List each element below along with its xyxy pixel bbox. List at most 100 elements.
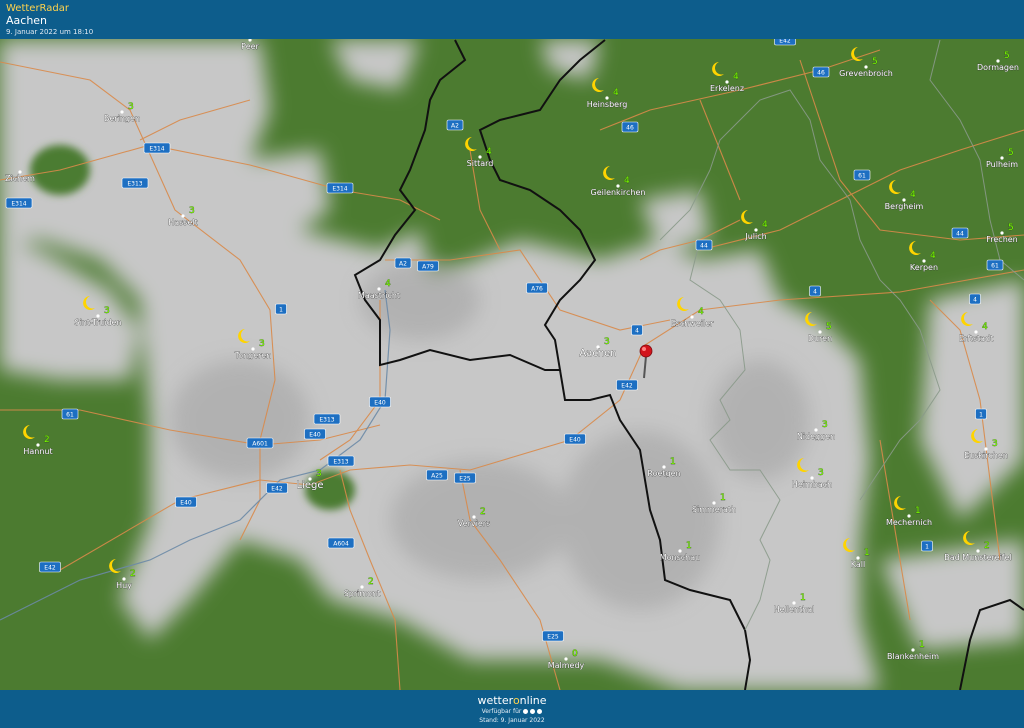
temperature-value: 3 [992, 439, 998, 449]
app-footer: wetteronline Verfügbar für Stand: 9. Jan… [0, 690, 1024, 728]
road-shield-label: E25 [547, 634, 559, 641]
road-shield-label: A2 [451, 123, 459, 130]
temperature-value: 4 [486, 147, 492, 157]
road-shield: A76 [526, 282, 548, 294]
city-name: Sint-Truiden [74, 318, 121, 327]
road-shield-label: 1 [925, 544, 929, 551]
road-shield: E40 [304, 428, 326, 440]
city-name: Sittard [467, 159, 494, 168]
brand-part-end: nline [519, 694, 547, 707]
temperature-value: 1 [686, 541, 692, 551]
road-shield-label: E42 [271, 486, 283, 493]
road-shield-label: A601 [252, 441, 268, 448]
road-shield-label: A604 [333, 541, 349, 548]
city-name: Tongeren [234, 351, 272, 360]
temperature-value: 4 [930, 251, 936, 261]
road-shield-label: 61 [66, 412, 74, 419]
city-name: Heinsberg [587, 100, 628, 109]
validity-line: Verfügbar für [0, 708, 1024, 715]
temperature-value: 1 [720, 493, 726, 503]
temperature-value: 1 [670, 457, 676, 467]
temperature-value: 4 [733, 72, 739, 82]
road-shield-label: A76 [531, 286, 543, 293]
road-shield: A601 [246, 437, 274, 449]
city-name: Pulheim [986, 160, 1018, 169]
city-name: Erftstadt [959, 334, 994, 343]
road-shield: 61 [853, 169, 871, 181]
validity-label: Verfügbar für [481, 708, 522, 715]
road-shield: E42 [616, 379, 638, 391]
road-shield: 61 [986, 259, 1004, 271]
city-name: Malmedy [548, 661, 585, 670]
city-name: Grevenbroich [839, 69, 893, 78]
temperature-value: 4 [698, 307, 704, 317]
road-shield: 44 [695, 239, 713, 251]
temperature-value: 5 [1008, 223, 1014, 233]
temperature-value: 1 [800, 593, 806, 603]
temperature-value: 5 [872, 57, 878, 67]
temperature-value: 2 [368, 577, 374, 587]
road-shield: A25 [426, 469, 448, 481]
city-name: Eschweiler [671, 319, 715, 328]
temperature-value: 3 [604, 337, 610, 347]
stand-date: Stand: 9. Januar 2022 [479, 717, 545, 724]
road-shield: E313 [121, 177, 149, 189]
city-name: Hellenthal [774, 605, 815, 614]
temperature-value: 1 [864, 548, 870, 558]
city-name: Euskirchen [964, 451, 1008, 460]
road-shield-label: E314 [332, 186, 347, 193]
radar-timestamp: 9. Januar 2022 um 18:10 [6, 28, 94, 36]
road-shield-label: E40 [309, 432, 321, 439]
radar-map[interactable]: A2 E314 E313 E314 E314 61 46 46 A2 A79 A76 4 44 4 61 4 1… [0, 39, 1024, 690]
road-shield: 44 [951, 227, 969, 239]
road-shield: A79 [417, 260, 439, 272]
road-shield: 61 [61, 408, 79, 420]
temperature-value: 5 [1008, 148, 1014, 158]
road-shield-label: 1 [979, 412, 983, 419]
city-name: Liege [296, 480, 323, 491]
road-shield: E40 [175, 496, 197, 508]
road-shield-label: A25 [431, 473, 443, 480]
temperature-value: 3 [128, 102, 134, 112]
temperature-value: 3 [189, 206, 195, 216]
road-shield: E25 [454, 472, 476, 484]
road-shield: E25 [542, 630, 564, 642]
temperature-value: 2 [44, 435, 50, 445]
temperature-value: 0 [572, 649, 578, 659]
city-name: Roetgen [647, 469, 680, 478]
city-name: Kerpen [910, 263, 938, 272]
city-name: Verviers [458, 519, 490, 528]
temperature-value: 4 [982, 322, 988, 332]
road-shield: 4 [631, 324, 643, 336]
road-shield: 46 [621, 121, 639, 133]
city-name: Geilenkirchen [591, 188, 646, 197]
city-name: Mechernich [886, 518, 932, 527]
temperature-value: 4 [762, 220, 768, 230]
road-shield-label: E42 [44, 565, 56, 572]
road-shield: E42 [774, 39, 796, 46]
road-shield-label: E313 [127, 181, 142, 188]
city-name: Huy [116, 581, 132, 590]
road-shield-label: E314 [149, 146, 164, 153]
temperature-value: 2 [130, 569, 136, 579]
temperature-value: 2 [984, 541, 990, 551]
temperature-value: 3 [822, 420, 828, 430]
temperature-value: 3 [818, 468, 824, 478]
app-name: WetterRadar [6, 3, 70, 14]
temperature-value: 2 [480, 507, 486, 517]
road-shield-label: 61 [991, 263, 999, 270]
road-shield-label: 46 [626, 125, 634, 132]
temperature-value: 1 [915, 506, 921, 516]
city-name: Monschau [660, 553, 700, 562]
temperature-value: 4 [385, 279, 391, 289]
road-shield-label: E314 [11, 201, 26, 208]
city-name: Sprimont [344, 589, 381, 598]
road-shield-label: A2 [399, 261, 407, 268]
road-shield: E313 [313, 413, 341, 425]
road-shield: A2 [394, 257, 412, 269]
city-name: Maastricht [358, 291, 400, 300]
road-shield-label: 46 [817, 70, 825, 77]
road-shield: E314 [143, 142, 171, 154]
temperature-value: 4 [910, 190, 916, 200]
city-name: Kall [851, 560, 865, 569]
